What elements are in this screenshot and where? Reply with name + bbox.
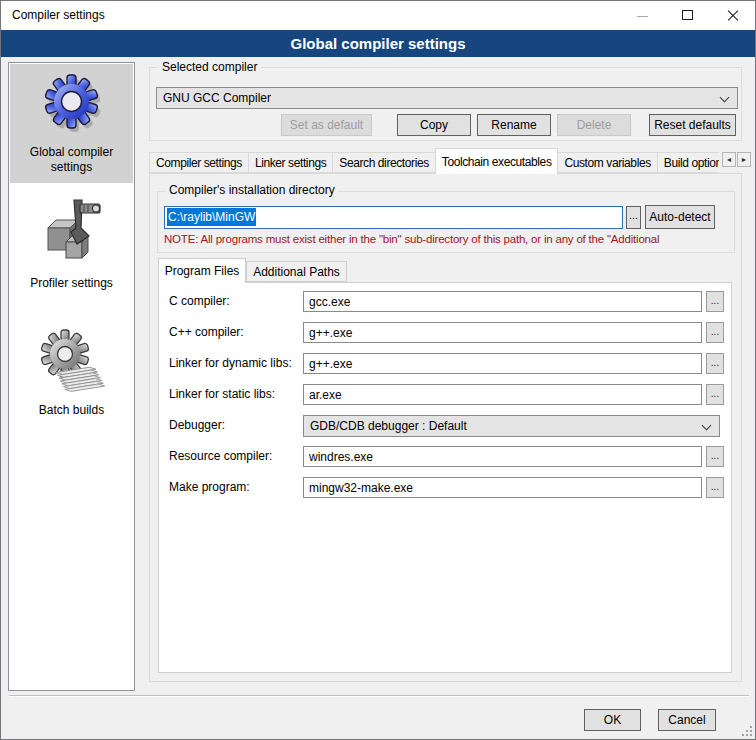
resource-compiler-input[interactable] [303,446,702,467]
main-tabstrip: Compiler settings Linker settings Search… [149,148,719,174]
tab-compiler-settings[interactable]: Compiler settings [149,152,249,173]
ok-button[interactable]: OK [584,709,641,731]
close-button[interactable] [710,1,755,30]
blue-gear-icon [39,72,105,138]
chevron-down-icon [702,421,712,431]
title-bar: Compiler settings [1,1,755,30]
installation-directory-legend: Compiler's installation directory [165,183,339,198]
debugger-label: Debugger: [169,415,225,436]
debugger-combobox-value: GDB/CDB debugger : Default [310,419,467,433]
sidebar-item-label: Profiler settings [9,276,134,291]
reset-defaults-button[interactable]: Reset defaults [649,114,736,136]
linker-dynamic-input[interactable] [303,353,702,374]
program-files-panel: C compiler: ... C++ compiler: ... Linker… [158,282,732,673]
tab-build-options[interactable]: Build options [657,152,719,173]
compiler-combobox-value: GNU GCC Compiler [163,91,271,105]
tab-toolchain-executables[interactable]: Toolchain executables [435,148,559,174]
page-title: Global compiler settings [1,30,755,57]
subtab-program-files[interactable]: Program Files [158,258,246,283]
sidebar-item-label: Global compiler settings [9,145,134,175]
window-title: Compiler settings [12,1,105,30]
linker-dynamic-label: Linker for dynamic libs: [169,353,292,374]
copy-button[interactable]: Copy [397,114,471,136]
tab-linker-settings[interactable]: Linker settings [248,152,333,173]
cpp-compiler-label: C++ compiler: [169,322,244,343]
debugger-combobox[interactable]: GDB/CDB debugger : Default [303,415,720,437]
make-program-input[interactable] [303,477,702,498]
delete-button[interactable]: Delete [557,114,631,136]
cpp-compiler-browse-button[interactable]: ... [706,322,724,343]
c-compiler-label: C compiler: [169,291,230,312]
installation-directory-input[interactable]: C:\raylib\MinGW [164,206,623,229]
compiler-settings-dialog: Compiler settings Global compiler settin… [0,0,756,740]
linker-static-label: Linker for static libs: [169,384,275,405]
sidebar-item-label: Batch builds [9,403,134,418]
tab-scroll-left-button[interactable]: ◄ [722,152,736,167]
sidebar: Global compiler settings Profiler settin… [8,62,135,691]
set-as-default-button[interactable]: Set as default [281,114,372,136]
rename-button[interactable]: Rename [477,114,551,136]
auto-detect-button[interactable]: Auto-detect [645,205,715,229]
compiler-combobox[interactable]: GNU GCC Compiler [156,87,738,109]
footer-separator [9,695,749,697]
minimize-button[interactable] [620,1,665,30]
cancel-button[interactable]: Cancel [658,709,716,731]
tab-custom-variables[interactable]: Custom variables [557,152,657,173]
profiler-caliper-icon [40,198,104,268]
tab-scroll-right-button[interactable]: ► [737,152,751,167]
cpp-compiler-input[interactable] [303,322,702,343]
note-text: NOTE: All programs must exist either in … [164,232,730,247]
tab-search-directories[interactable]: Search directories [332,152,436,173]
make-program-browse-button[interactable]: ... [706,477,724,498]
linker-static-input[interactable] [303,384,702,405]
c-compiler-browse-button[interactable]: ... [706,291,724,312]
maximize-button[interactable] [665,1,710,30]
chevron-down-icon [720,93,730,103]
subtab-additional-paths[interactable]: Additional Paths [246,261,347,282]
minimize-icon [637,16,648,17]
resource-compiler-browse-button[interactable]: ... [706,446,724,467]
resource-compiler-label: Resource compiler: [169,446,272,467]
c-compiler-input[interactable] [303,291,702,312]
linker-dynamic-browse-button[interactable]: ... [706,353,724,374]
linker-static-browse-button[interactable]: ... [706,384,724,405]
maximize-icon [682,10,693,20]
make-program-label: Make program: [169,477,250,498]
resize-grip[interactable] [741,725,753,737]
selected-compiler-legend: Selected compiler [158,60,261,75]
browse-directory-button[interactable]: ... [626,206,641,229]
installation-directory-value: C:\raylib\MinGW [167,208,256,226]
batch-builds-icon [39,329,105,399]
